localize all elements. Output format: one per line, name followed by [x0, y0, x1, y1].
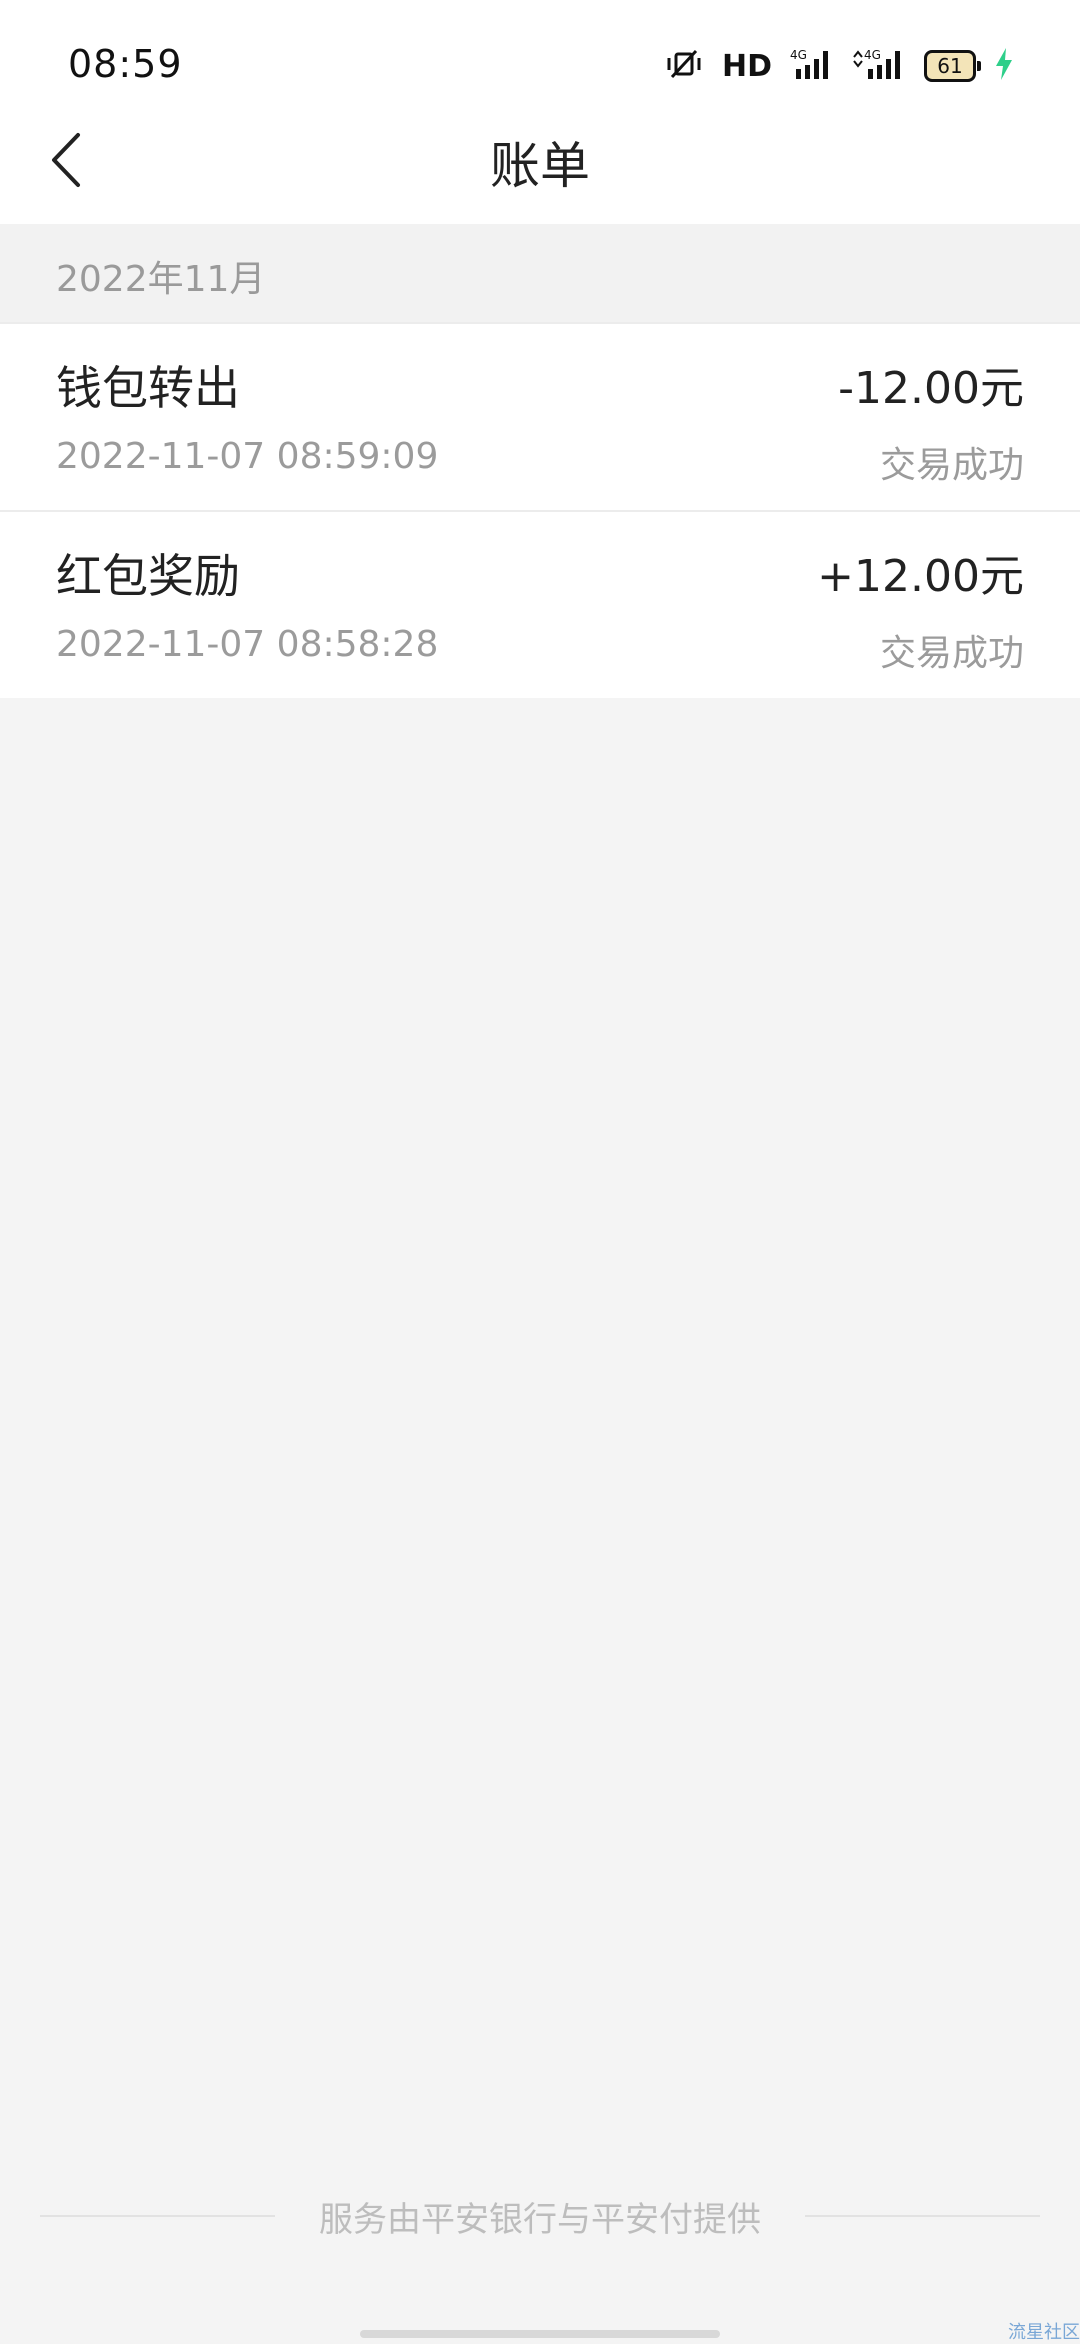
transaction-row[interactable]: 红包奖励 +12.00元 2022-11-07 08:58:28 交易成功 [0, 510, 1080, 698]
transaction-status: 交易成功 [879, 445, 1024, 486]
battery-icon: 61 [924, 50, 981, 82]
month-section-header: 2022年11月 [0, 224, 1080, 322]
page-title: 账单 [490, 137, 590, 195]
transaction-title: 钱包转出 [56, 361, 240, 415]
transaction-status: 交易成功 [879, 633, 1024, 674]
svg-text:4G: 4G [790, 48, 807, 62]
transaction-amount: -12.00元 [838, 363, 1024, 414]
footer: 服务由平安银行与平安付提供 [40, 2186, 1040, 2246]
transaction-title: 红包奖励 [56, 549, 240, 603]
hd-icon: HD [721, 48, 772, 84]
footer-text: 服务由平安银行与平安付提供 [319, 2199, 761, 2240]
footer-divider [805, 2215, 1040, 2217]
transaction-time: 2022-11-07 08:59:09 [56, 436, 439, 477]
signal-4g-icon: 4G [790, 47, 834, 85]
home-indicator[interactable] [360, 2330, 720, 2338]
month-label: 2022年11月 [56, 259, 266, 300]
footer-divider [40, 2215, 275, 2217]
status-icons: HD 4G 4G 61 [664, 44, 1014, 88]
watermark: 流星社区 [1008, 2322, 1080, 2343]
signal-4g-icon: 4G [852, 47, 906, 85]
header: 账单 [0, 100, 1080, 224]
transaction-time: 2022-11-07 08:58:28 [56, 624, 439, 665]
vibrate-icon [664, 47, 704, 85]
transaction-row[interactable]: 钱包转出 -12.00元 2022-11-07 08:59:09 交易成功 [0, 322, 1080, 510]
charging-icon [994, 47, 1014, 85]
transaction-amount: +12.00元 [817, 551, 1024, 602]
svg-text:4G: 4G [864, 48, 881, 62]
status-time: 08:59 [68, 42, 183, 86]
